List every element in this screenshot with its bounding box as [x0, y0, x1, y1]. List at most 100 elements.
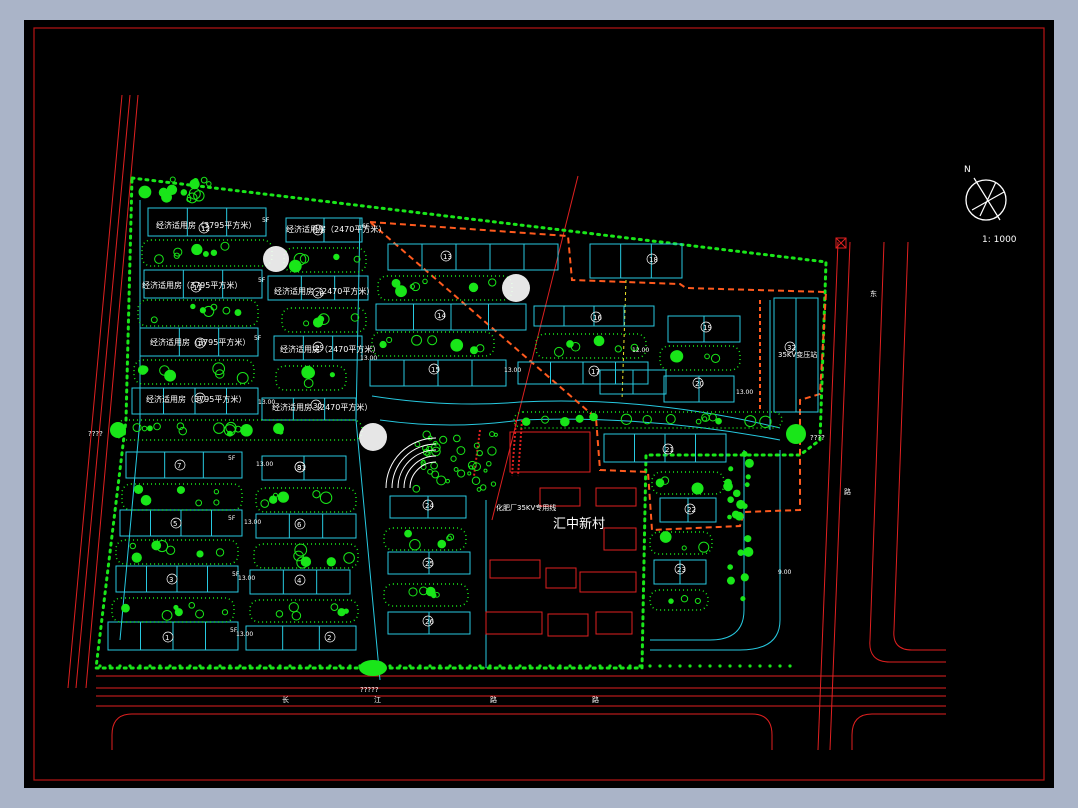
tree-icon [727, 514, 732, 520]
tree-icon [589, 412, 598, 422]
housing-label: 经济适用房（2470平方米） [272, 402, 372, 412]
hedge-dot [398, 664, 402, 668]
road-char: 路 [490, 695, 497, 704]
hedge-dot [348, 664, 352, 668]
project-name: 汇中新村 [553, 516, 605, 532]
building-number: 9 [197, 395, 201, 403]
hedge-dot [438, 664, 442, 668]
building-number: 20 [695, 380, 704, 388]
hedge-dot [238, 664, 242, 668]
building-number: 31 [297, 464, 306, 472]
tree-icon [737, 549, 745, 556]
building-number: 2 [327, 634, 331, 642]
tree-icon [743, 547, 754, 557]
building-number: 25 [425, 560, 434, 568]
building-number: 19 [703, 324, 712, 332]
tree-icon [329, 372, 335, 378]
hedge-dot [538, 664, 542, 668]
hedge-dot [428, 664, 432, 668]
tree-icon [180, 189, 188, 196]
building-number: 15 [431, 366, 440, 374]
elevation-mark: 13.00 [236, 631, 253, 638]
housing-label: 经济适用房（2470平方米） [286, 224, 386, 234]
building-number: 10 [197, 340, 206, 348]
tree-icon [176, 486, 185, 494]
tree-icon [131, 552, 142, 563]
elevation-mark: 13.00 [360, 355, 377, 362]
building-number: 5 [173, 520, 177, 528]
hedge-dot [338, 664, 342, 668]
tree-icon [277, 491, 290, 503]
road-char: 路 [844, 487, 851, 496]
tree-icon [450, 338, 464, 352]
elevation-mark: 9.00 [778, 569, 792, 576]
building-number: 7 [177, 462, 181, 470]
hedge-dot [248, 664, 252, 668]
tree-icon [744, 482, 750, 488]
building-number: 3 [169, 576, 173, 584]
hedge-dot [98, 664, 102, 668]
hedge-dot [658, 664, 662, 668]
tree-icon [740, 573, 749, 582]
floor-tag: 5F [228, 515, 236, 522]
hedge-dot [498, 664, 502, 668]
elevation-mark: 13.00 [736, 389, 753, 396]
hedge-dot [458, 664, 462, 668]
housing-label: 经济适用房（2470平方米） [274, 286, 374, 296]
tree-icon [326, 557, 336, 567]
tree-icon [728, 466, 734, 472]
hedge-dot [178, 664, 182, 668]
hedge-dot [148, 664, 152, 668]
tree-icon [744, 458, 754, 468]
hedge-dot [158, 664, 162, 668]
power-line-label: 化肥厂35KV专用线 [496, 503, 556, 512]
tree-icon [727, 564, 733, 570]
floor-tag: 6F [362, 223, 370, 230]
tree-icon [337, 608, 346, 617]
plaza-circle [359, 423, 387, 451]
building-number: 32 [787, 344, 796, 352]
hedge-dot [678, 664, 682, 668]
tree-icon [202, 251, 209, 257]
building-number: 30 [313, 402, 322, 410]
building-number: 1 [165, 634, 169, 642]
floor-tag: 5F [254, 335, 262, 342]
building-number: 28 [315, 290, 324, 298]
tree-icon [659, 531, 672, 543]
tree-icon [593, 335, 605, 347]
tree-icon [691, 482, 704, 495]
tree-icon [269, 495, 278, 504]
tree-icon [404, 529, 412, 538]
tree-icon [137, 365, 148, 375]
elevation-mark: 13.00 [504, 367, 521, 374]
elevation-mark: 13.00 [258, 399, 275, 406]
tree-icon [521, 417, 531, 426]
hedge-dot [718, 664, 722, 668]
hedge-dot [408, 664, 412, 668]
building-number: 12 [201, 225, 210, 233]
tree-icon [151, 540, 162, 551]
building-number: 18 [649, 256, 658, 264]
tree-icon [425, 586, 436, 597]
elevation-mark: 12.00 [632, 347, 649, 354]
tree-icon [333, 253, 340, 261]
hedge-dot [218, 664, 222, 668]
hedge-dot [768, 664, 772, 668]
tree-icon [732, 489, 741, 498]
north-label: N [964, 165, 971, 175]
building-number: 13 [443, 253, 452, 261]
hedge-dot [588, 664, 592, 668]
tree-icon [740, 596, 746, 602]
building-number: 6 [297, 521, 302, 529]
tree-icon [226, 430, 233, 437]
east-gate-shrub [786, 424, 806, 444]
road-char: 长 [282, 695, 289, 704]
tree-icon [147, 425, 153, 432]
floor-tag: 5F [228, 455, 236, 462]
tree-icon [173, 604, 179, 610]
building-number: 14 [437, 312, 446, 320]
tree-icon [727, 496, 734, 503]
hedge-dot [268, 664, 272, 668]
tree-icon [560, 416, 570, 427]
tree-icon [726, 576, 735, 585]
